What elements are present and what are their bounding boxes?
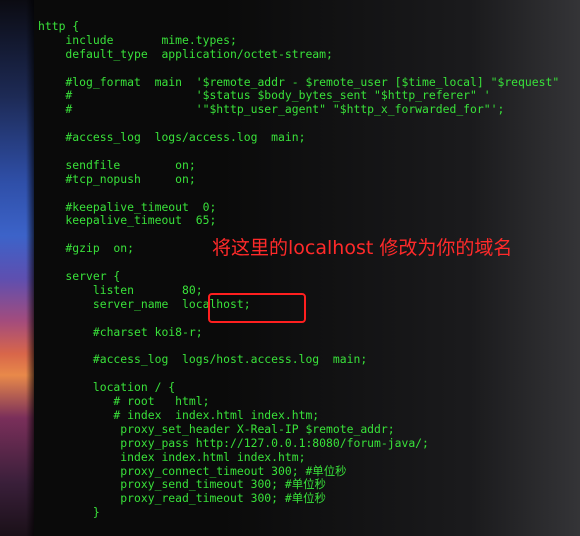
code-line: #log_format main '$remote_addr - $remote… bbox=[38, 74, 560, 89]
code-line: keepalive_timeout 65; bbox=[38, 213, 217, 228]
code-line: #keepalive_timeout 0; bbox=[38, 199, 217, 214]
code-line: index index.html index.htm; bbox=[38, 449, 306, 464]
code-line: #access_log logs/host.access.log main; bbox=[38, 352, 368, 367]
screenshot: http { include mime.types; default_type … bbox=[0, 0, 580, 536]
code-line: # index index.html index.htm; bbox=[38, 407, 320, 422]
code-line: #tcp_nopush on; bbox=[38, 171, 196, 186]
code-line: # root html; bbox=[38, 394, 210, 409]
code-line: server { bbox=[38, 269, 121, 284]
terminal-window[interactable]: http { include mime.types; default_type … bbox=[34, 0, 580, 536]
code-line: # '$status $body_bytes_sent "$http_refer… bbox=[38, 88, 491, 103]
server-name-highlight-box bbox=[208, 293, 306, 323]
code-line: include mime.types; bbox=[38, 32, 237, 47]
code-line: proxy_read_timeout 300; #单位秒 bbox=[38, 491, 326, 506]
code-line: http { bbox=[38, 19, 80, 33]
code-line: location / { bbox=[38, 380, 176, 395]
code-line: } bbox=[38, 505, 100, 520]
annotation-text: 将这里的localhost 修改为你的域名 bbox=[212, 237, 513, 259]
code-line: proxy_connect_timeout 300; #单位秒 bbox=[38, 463, 347, 478]
nginx-config-text[interactable]: http { include mime.types; default_type … bbox=[38, 19, 560, 520]
code-line: proxy_set_header X-Real-IP $remote_addr; bbox=[38, 421, 395, 436]
code-line: # '"$http_user_agent" "$http_x_forwarded… bbox=[38, 102, 505, 117]
code-line: default_type application/octet-stream; bbox=[38, 46, 333, 61]
code-line: proxy_pass http://127.0.0.1:8080/forum-j… bbox=[38, 435, 429, 450]
code-line: sendfile on; bbox=[38, 157, 196, 172]
code-line: proxy_send_timeout 300; #单位秒 bbox=[38, 477, 326, 492]
code-line: #charset koi8-r; bbox=[38, 324, 203, 339]
code-line: #access_log logs/access.log main; bbox=[38, 130, 306, 145]
